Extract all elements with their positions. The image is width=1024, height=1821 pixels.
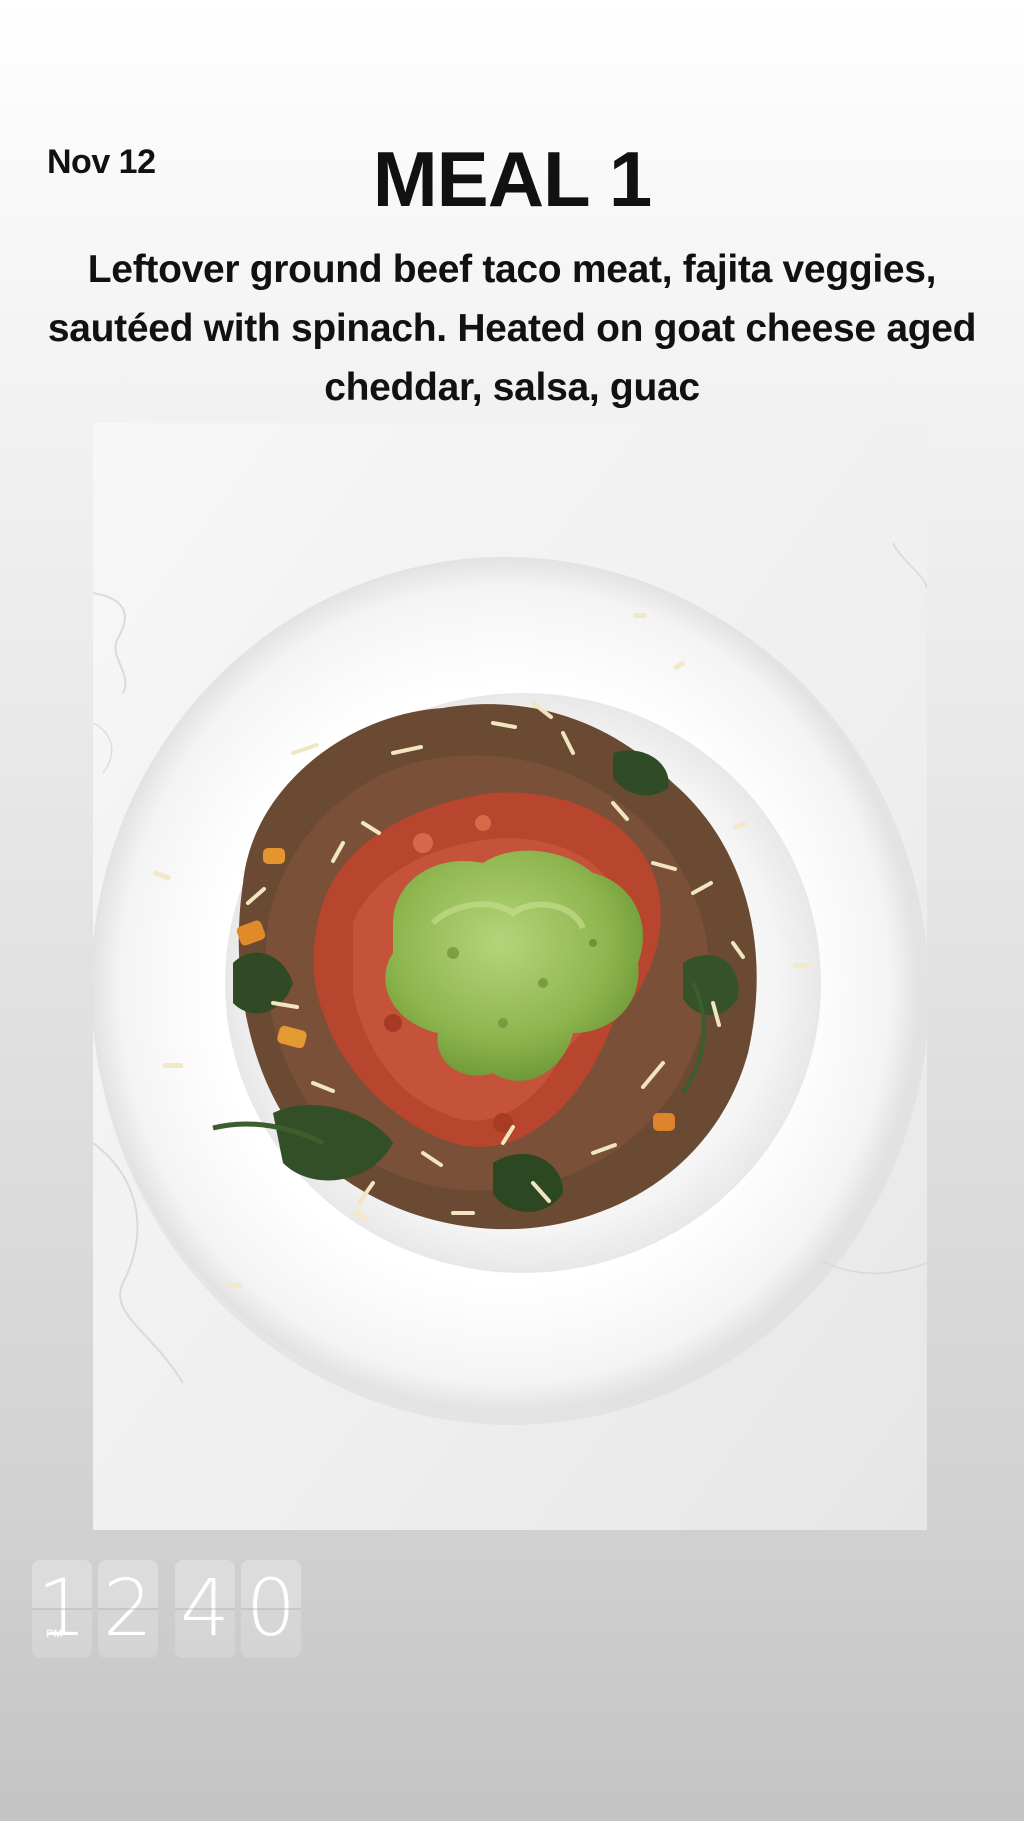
minute-tens-tile: 4 <box>175 1560 235 1658</box>
minute-ones-tile: 0 <box>241 1560 301 1658</box>
hour-tens-tile: 1 PM <box>32 1560 92 1658</box>
story-description: Leftover ground beef taco meat, fajita v… <box>47 248 977 409</box>
hour-ones-tile: 2 <box>98 1560 158 1658</box>
period-label: PM <box>46 1628 63 1640</box>
story-title: MEAL 1 <box>372 135 653 223</box>
meal-photo <box>93 423 927 1530</box>
